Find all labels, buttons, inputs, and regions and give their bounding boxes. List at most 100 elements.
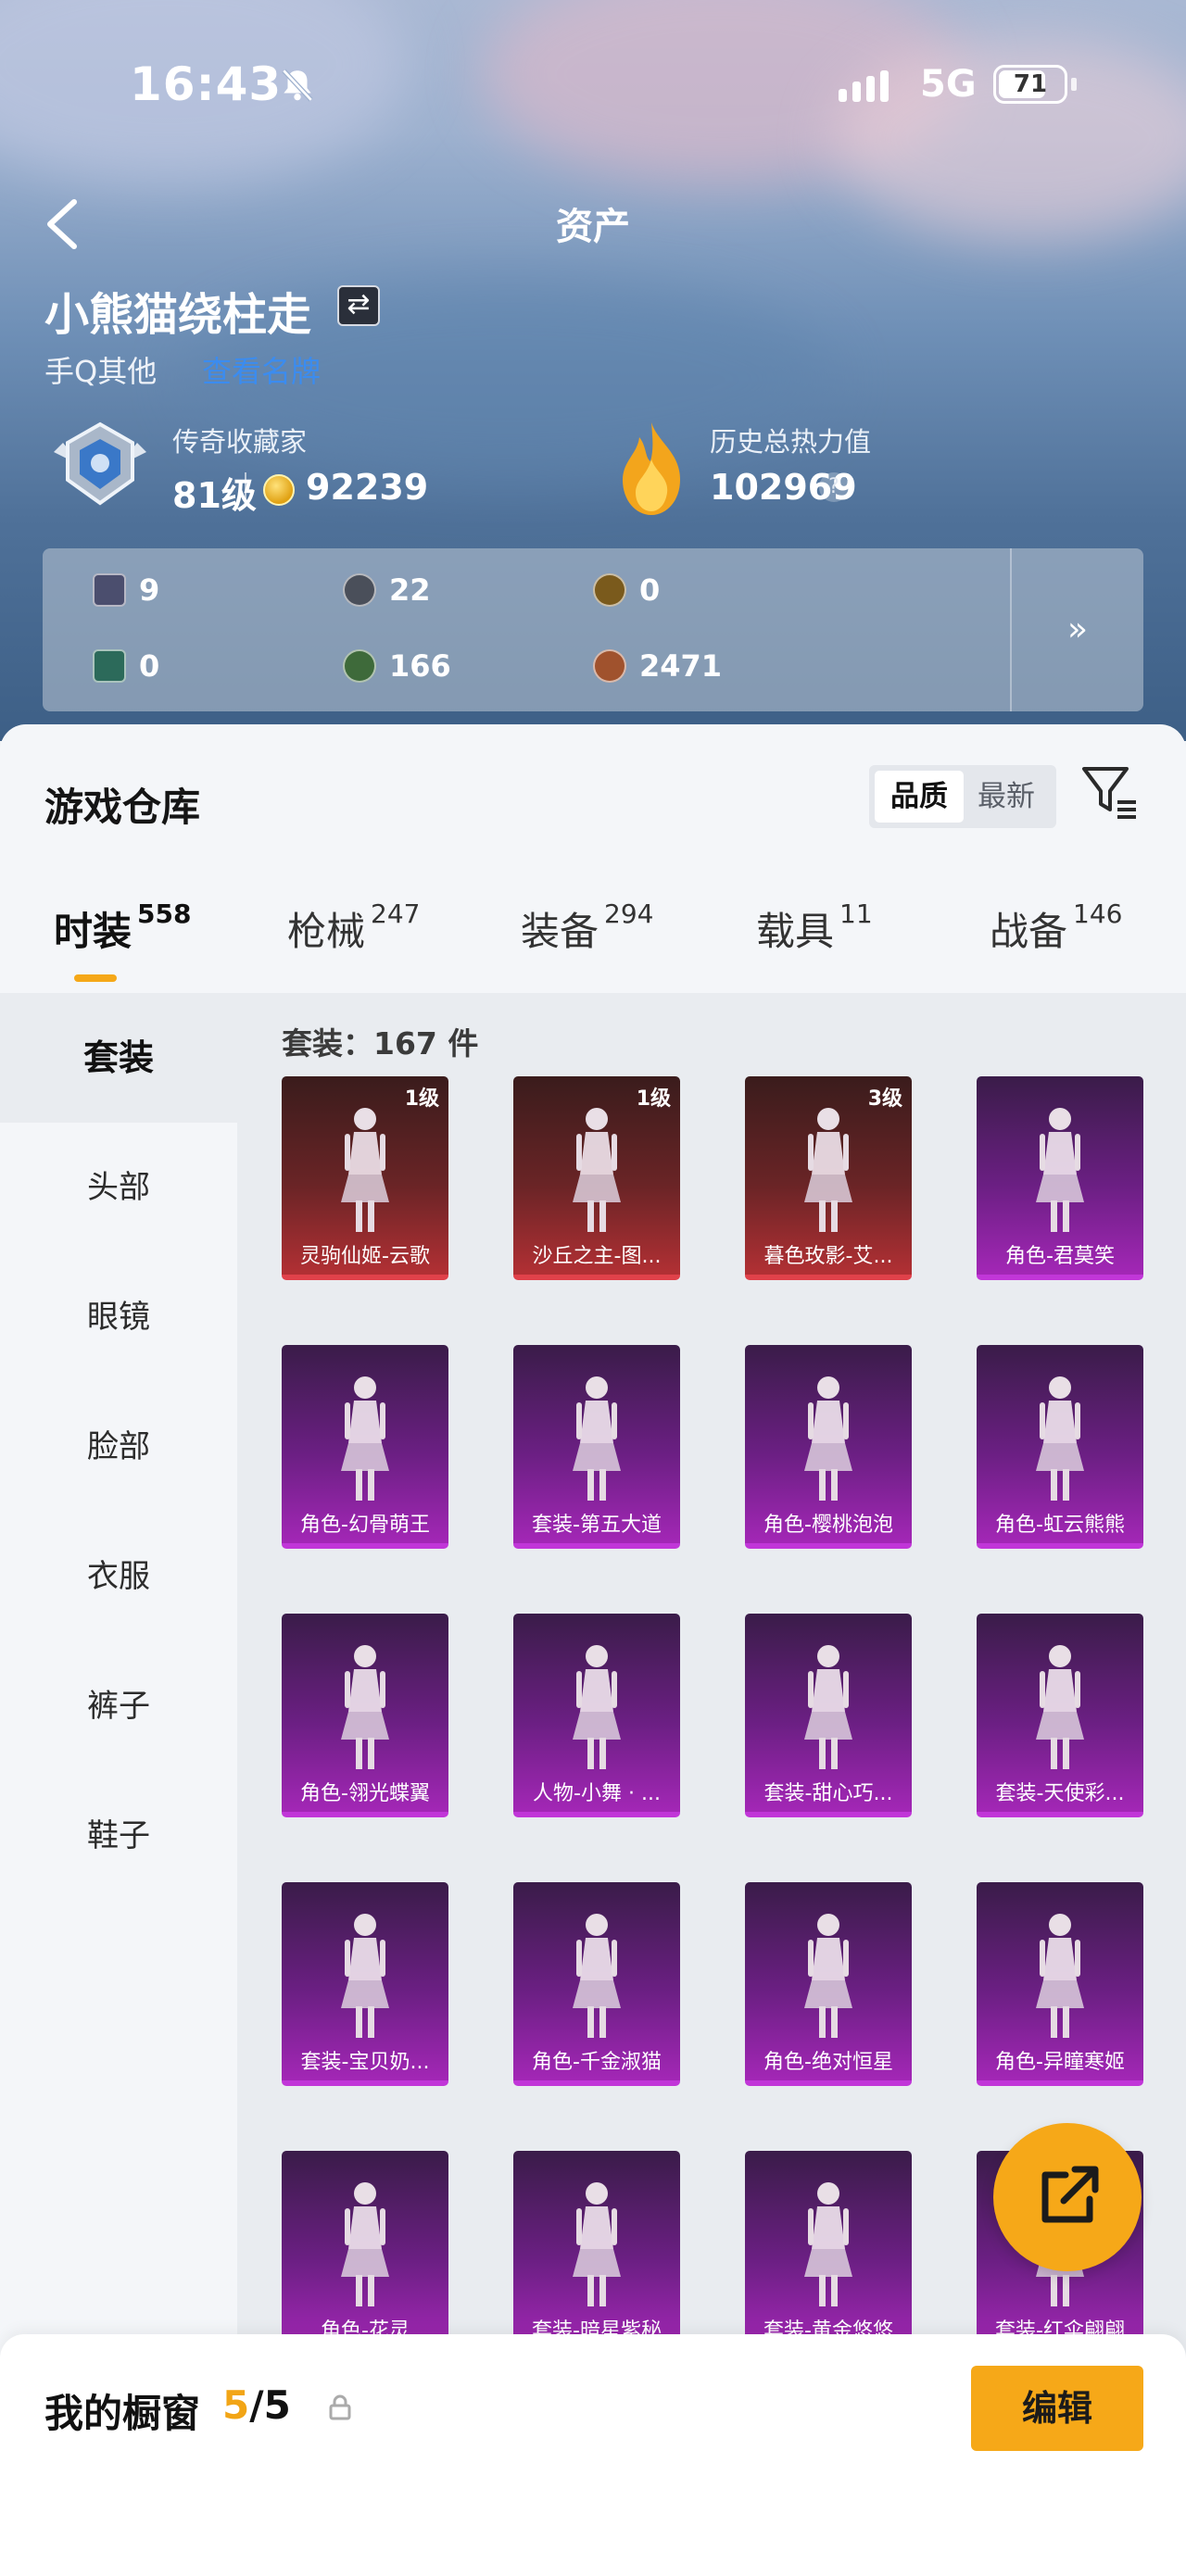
lock-icon bbox=[329, 2394, 351, 2420]
mute-bell-icon bbox=[282, 69, 313, 102]
warehouse-title: 游戏仓库 bbox=[44, 785, 201, 830]
showcase-bar: 我的橱窗 5/5 编辑 bbox=[0, 2334, 1186, 2576]
showcase-title: 我的橱窗 bbox=[44, 2391, 201, 2436]
character-figure-icon bbox=[804, 1645, 852, 1769]
character-figure-icon bbox=[573, 1108, 621, 1232]
level-badge: 1级 bbox=[404, 1087, 439, 1111]
asset-value: 9 bbox=[139, 572, 160, 608]
outfit-card[interactable]: 角色-花灵 bbox=[282, 2151, 448, 2355]
outfit-card[interactable]: 角色-绝对恒星 bbox=[745, 1882, 912, 2086]
asset-item: 9 bbox=[93, 572, 159, 608]
character-figure-icon bbox=[573, 1645, 621, 1769]
sort-latest-option[interactable]: 最新 bbox=[962, 771, 1051, 823]
bronze-coin-icon bbox=[593, 649, 626, 683]
character-figure-icon bbox=[804, 2182, 852, 2306]
character-figure-icon bbox=[573, 1914, 621, 2038]
filter-icon[interactable] bbox=[1079, 761, 1140, 823]
outfit-card[interactable]: 1级灵驹仙姬-云歌 bbox=[282, 1076, 448, 1280]
flame-icon bbox=[623, 422, 680, 515]
status-bar: 16:43 5G 71 bbox=[0, 0, 1186, 176]
help-icon[interactable]: ? bbox=[819, 472, 849, 502]
switch-account-button[interactable]: ⇄ bbox=[337, 285, 380, 326]
category-tabs: 时装 558 枪械 247 装备 294 载具 11 战备 146 bbox=[0, 898, 1186, 984]
level-badge: 3级 bbox=[867, 1087, 902, 1111]
outfit-card[interactable]: 角色-异瞳寒姬 bbox=[977, 1882, 1143, 2086]
sidebar-item[interactable]: 衣服 bbox=[0, 1512, 237, 1641]
outfit-card[interactable]: 套装-宝贝奶... bbox=[282, 1882, 448, 2086]
outfit-card[interactable]: 人物-小舞 · ... bbox=[513, 1614, 680, 1817]
view-nameplate-link[interactable]: 查看名牌 bbox=[202, 348, 321, 391]
sidebar-item[interactable]: 裤子 bbox=[0, 1641, 237, 1771]
outfit-card[interactable]: 套装-暗星紫秘 bbox=[513, 2151, 680, 2355]
character-figure-icon bbox=[341, 1108, 389, 1232]
sidebar-item[interactable]: 套装 bbox=[0, 993, 237, 1123]
character-figure-icon bbox=[804, 1376, 852, 1501]
card-icon bbox=[93, 573, 126, 607]
outfit-card[interactable]: 套装-天使彩... bbox=[977, 1614, 1143, 1817]
outfit-card[interactable]: 套装-甜心巧... bbox=[745, 1614, 912, 1817]
collector-badge-icon bbox=[54, 421, 146, 506]
outfit-card[interactable]: 角色-幻骨萌王 bbox=[282, 1345, 448, 1549]
showcase-count: 5/5 bbox=[222, 2382, 291, 2428]
outfit-name: 套装-宝贝奶... bbox=[300, 2051, 430, 2074]
asset-item: 166 bbox=[343, 648, 451, 684]
signal-icon bbox=[839, 70, 889, 102]
outfit-name: 角色-樱桃泡泡 bbox=[763, 1514, 893, 1537]
character-figure-icon bbox=[1036, 1108, 1084, 1232]
character-figure-icon bbox=[804, 1108, 852, 1232]
outfit-name: 沙丘之主-图... bbox=[532, 1245, 662, 1268]
outfit-name: 角色-绝对恒星 bbox=[763, 2051, 893, 2074]
battery-icon: 71 bbox=[993, 65, 1067, 104]
character-figure-icon bbox=[341, 1645, 389, 1769]
outfit-card[interactable]: 角色-樱桃泡泡 bbox=[745, 1345, 912, 1549]
sidebar-item[interactable]: 眼镜 bbox=[0, 1252, 237, 1382]
silver-coin-icon bbox=[343, 573, 376, 607]
sidebar-item[interactable]: 脸部 bbox=[0, 1382, 237, 1512]
sidebar-item[interactable]: 头部 bbox=[0, 1123, 237, 1252]
asset-item: 0 bbox=[93, 648, 159, 684]
outfit-name: 灵驹仙姬-云歌 bbox=[300, 1245, 430, 1268]
tab-supplies[interactable]: 战备 146 bbox=[990, 898, 1122, 957]
outfit-card[interactable]: 3级 暮色玫影-艾... bbox=[745, 1076, 912, 1280]
character-figure-icon bbox=[573, 1376, 621, 1501]
character-figure-icon bbox=[1036, 1914, 1084, 2038]
outfit-card[interactable]: 角色-君莫笑 bbox=[977, 1076, 1143, 1280]
outfit-card[interactable]: 套装-黄金悠悠 bbox=[745, 2151, 912, 2355]
collector-title: 传奇收藏家 bbox=[172, 426, 308, 458]
clock: 16:43 bbox=[130, 57, 283, 111]
outfit-card[interactable]: 角色-翎光蝶翼 bbox=[282, 1614, 448, 1817]
tab-indicator bbox=[74, 974, 117, 982]
asset-item: 2471 bbox=[593, 648, 722, 684]
heat-title: 历史总热力值 bbox=[710, 426, 872, 458]
asset-value: 0 bbox=[139, 648, 160, 684]
sidebar-item[interactable]: 鞋子 bbox=[0, 1771, 237, 1901]
character-figure-icon bbox=[1036, 1376, 1084, 1501]
character-figure-icon bbox=[1036, 1645, 1084, 1769]
outfit-card[interactable]: 1级 沙丘之主-图... bbox=[513, 1076, 680, 1280]
asset-value: 22 bbox=[389, 572, 431, 608]
tab-fashion[interactable]: 时装 558 bbox=[54, 898, 191, 957]
divider bbox=[245, 472, 246, 506]
sort-quality-option[interactable]: 品质 bbox=[875, 771, 964, 823]
outfit-name: 套装-甜心巧... bbox=[763, 1782, 893, 1805]
tab-guns[interactable]: 枪械 247 bbox=[287, 898, 420, 957]
asset-more-button[interactable]: » bbox=[1010, 548, 1143, 711]
outfit-card[interactable]: 角色-千金淑猫 bbox=[513, 1882, 680, 2086]
character-figure-icon bbox=[341, 2182, 389, 2306]
tab-vehicles[interactable]: 载具 11 bbox=[756, 898, 873, 957]
character-figure-icon bbox=[573, 2182, 621, 2306]
page-title: 资产 bbox=[556, 206, 630, 248]
edit-showcase-button[interactable]: 编辑 bbox=[971, 2366, 1143, 2451]
character-figure-icon bbox=[341, 1376, 389, 1501]
outfit-card[interactable]: 角色-虹云熊熊 bbox=[977, 1345, 1143, 1549]
tab-equipment[interactable]: 装备 294 bbox=[521, 898, 653, 957]
asset-value: 2471 bbox=[639, 648, 723, 684]
outfit-card[interactable]: 套装-第五大道 bbox=[513, 1345, 680, 1549]
platform-label: 手Q其他 bbox=[44, 354, 158, 389]
green-card-icon bbox=[93, 649, 126, 683]
asset-item: 22 bbox=[343, 572, 431, 608]
outfit-name: 角色-千金淑猫 bbox=[532, 2051, 662, 2074]
outfit-name: 角色-异瞳寒姬 bbox=[995, 2051, 1125, 2074]
character-figure-icon bbox=[804, 1914, 852, 2038]
share-button[interactable] bbox=[993, 2123, 1142, 2271]
